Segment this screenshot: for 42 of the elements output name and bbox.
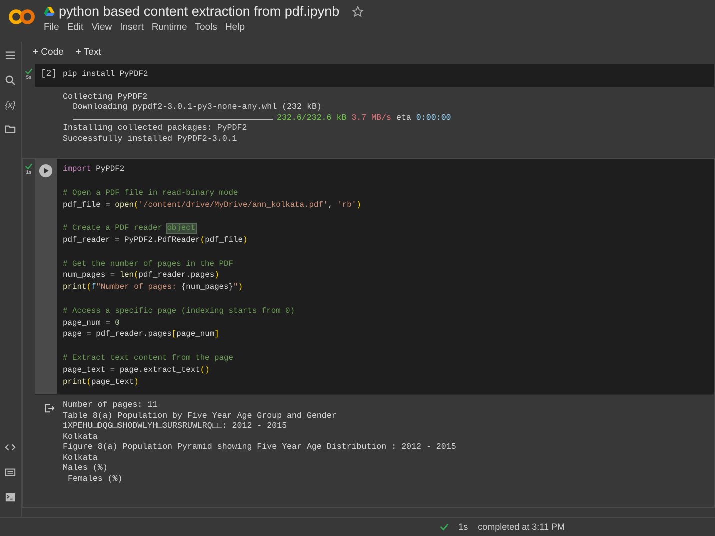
star-icon[interactable] <box>352 6 364 18</box>
keyboard-icon[interactable] <box>5 467 16 478</box>
menu-item[interactable]: Edit <box>67 22 84 33</box>
menu-item[interactable]: Insert <box>120 22 144 33</box>
output-line: Kolkata <box>63 454 99 464</box>
notebook-title[interactable]: python based content extraction from pdf.ipynb <box>59 4 340 19</box>
output-icon[interactable] <box>44 403 54 414</box>
add-cell-button[interactable]: + Text <box>72 46 104 59</box>
colab-logo[interactable] <box>8 8 36 26</box>
output-line: Table 8(a) Population by Five Year Age Group and Gender <box>63 412 338 422</box>
output-line: Kolkata <box>63 432 99 443</box>
output-line: Installing collected packages: PyPDF2 <box>63 124 248 135</box>
status-message: completed at 3:11 PM <box>478 522 565 532</box>
execution-time: 1s <box>458 522 468 532</box>
output-line: Successfully installed PyPDF2-3.0.1 <box>63 134 238 146</box>
output-line: Females (%) <box>66 474 124 486</box>
menu-icon[interactable] <box>5 50 16 61</box>
output-line: Collecting PyPDF2 <box>63 92 149 103</box>
output-line: Males (%) <box>63 464 109 475</box>
output-line: 1XPEHU□DQG□SHODWLYH□3URSRUWLRQ□□: 2012 - 2015 <box>63 422 288 433</box>
execution-count: [2] <box>40 69 58 81</box>
output-line: Figure 8(a) Population Pyramid showing Five Year Age Distribution : 2012 - 2015 <box>63 443 456 454</box>
add-cell-button[interactable]: + Code <box>30 46 67 59</box>
check-icon <box>25 163 33 170</box>
menu-item[interactable]: Tools <box>195 22 218 33</box>
menu-item[interactable]: Runtime <box>152 22 188 33</box>
code-cell[interactable] <box>22 158 715 508</box>
run-button[interactable] <box>39 164 53 178</box>
menu-item[interactable]: View <box>92 22 112 33</box>
check-icon <box>25 68 33 75</box>
check-icon <box>440 523 449 531</box>
code-icon[interactable] <box>5 442 16 453</box>
folder-icon[interactable] <box>5 124 16 135</box>
search-icon[interactable] <box>5 75 16 86</box>
menu-item[interactable]: File <box>44 22 60 33</box>
output-line: Downloading pypdf2-3.0.1-py3-none-any.whl (232 kB) <box>72 103 323 114</box>
progress-text: 232.6/232.6 kB 3.7 MB/s eta 0:00:00 <box>277 114 452 124</box>
menu-item[interactable]: Help <box>225 22 245 33</box>
output-line: Number of pages: 11 <box>63 401 159 412</box>
terminal-icon[interactable] <box>5 492 16 503</box>
drive-icon[interactable] <box>44 7 55 16</box>
variables-icon[interactable]: {x} <box>5 100 16 110</box>
